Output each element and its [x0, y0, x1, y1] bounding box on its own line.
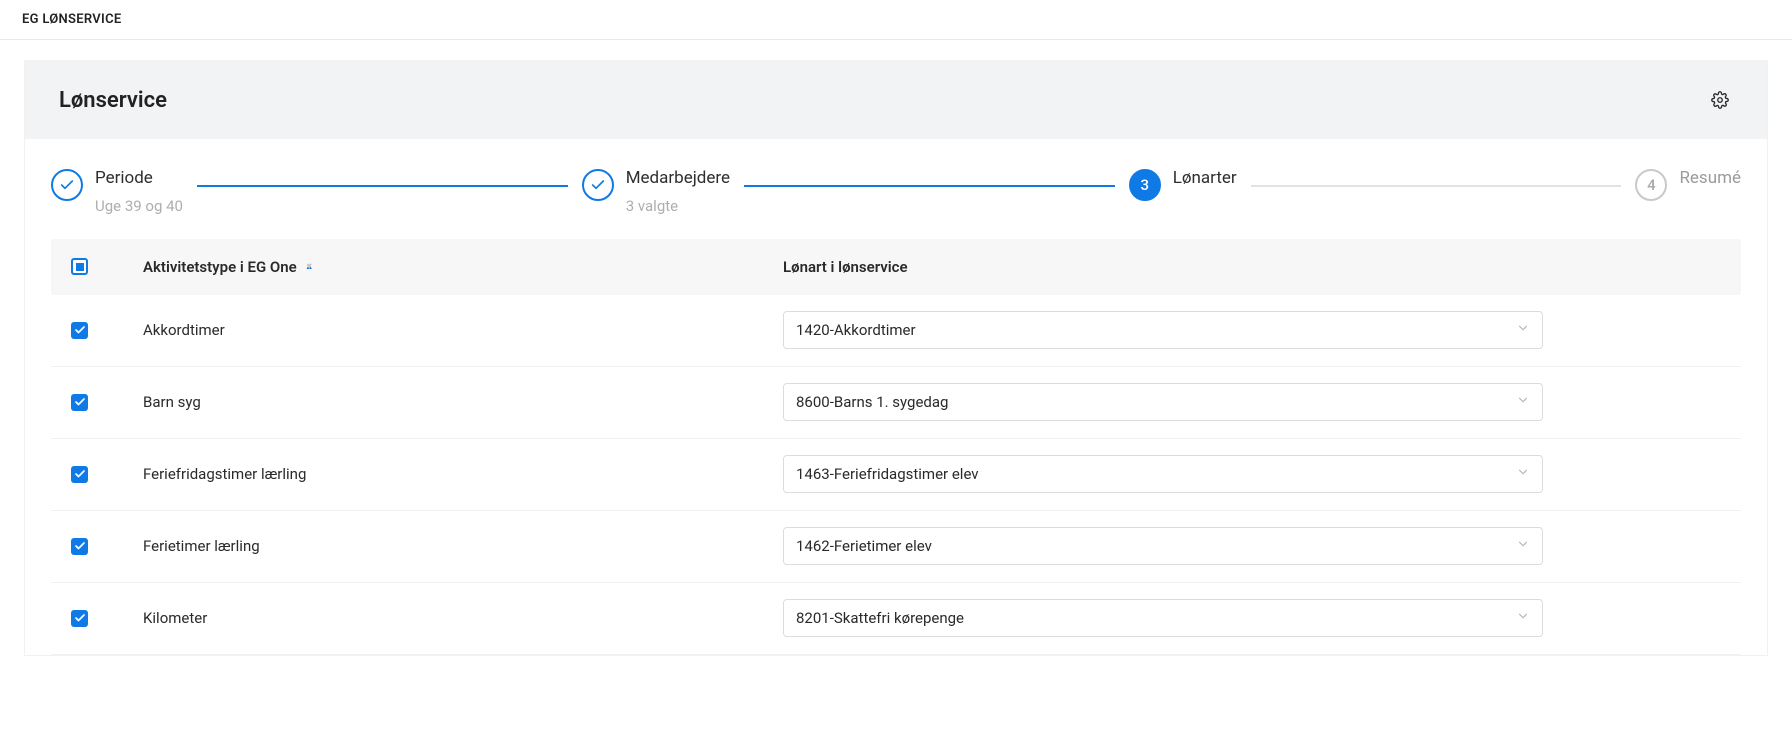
- table-row: Barn syg 8600-Barns 1. sygedag: [51, 367, 1741, 439]
- lonart-select[interactable]: 8600-Barns 1. sygedag: [783, 383, 1543, 421]
- row-checkbox[interactable]: [71, 610, 88, 627]
- step-connector: [197, 185, 568, 187]
- check-icon: [74, 540, 86, 552]
- table-row: Akkordtimer 1420-Akkordtimer: [51, 295, 1741, 367]
- check-icon: [74, 612, 86, 624]
- row-checkbox[interactable]: [71, 466, 88, 483]
- chevron-down-icon: [1516, 393, 1530, 411]
- indeterminate-icon: [76, 263, 84, 271]
- lonart-select[interactable]: 1420-Akkordtimer: [783, 311, 1543, 349]
- step-sublabel: 3 valgte: [626, 197, 730, 215]
- table-row: Feriefridagstimer lærling 1463-Feriefrida…: [51, 439, 1741, 511]
- lonart-selected-value: 8600-Barns 1. sygedag: [796, 393, 948, 411]
- row-checkbox[interactable]: [71, 322, 88, 339]
- settings-button[interactable]: [1707, 87, 1733, 113]
- step-label: Lønarter: [1173, 167, 1237, 191]
- app-title: EG LØNSERVICE: [22, 12, 122, 27]
- activity-type: Ferietimer lærling: [143, 537, 260, 555]
- page-header: Lønservice: [25, 61, 1767, 139]
- lonart-selected-value: 1420-Akkordtimer: [796, 321, 916, 339]
- step-label: Resumé: [1679, 167, 1741, 191]
- step-number: 3: [1140, 176, 1149, 194]
- stepper: Periode Uge 39 og 40 Medarbejdere 3 valg…: [25, 139, 1767, 233]
- app-title-bar: EG LØNSERVICE: [0, 0, 1792, 40]
- table-header: Aktivitetstype i EG One ▲ ▼ Lønart i løn…: [51, 239, 1741, 295]
- check-icon: [74, 468, 86, 480]
- step-label: Periode: [95, 167, 183, 191]
- gear-icon: [1711, 91, 1729, 109]
- lonart-selected-value: 8201-Skattefri kørepenge: [796, 609, 964, 627]
- activity-type: Feriefridagstimer lærling: [143, 465, 306, 483]
- table-row: Ferietimer lærling 1462-Ferietimer elev: [51, 511, 1741, 583]
- lonart-selected-value: 1462-Ferietimer elev: [796, 537, 932, 555]
- check-icon: [590, 177, 606, 193]
- step-connector: [744, 185, 1115, 187]
- column-header-activity[interactable]: Aktivitetstype i EG One: [143, 258, 297, 276]
- lonart-select[interactable]: 1462-Ferietimer elev: [783, 527, 1543, 565]
- step-lonarter[interactable]: 3 Lønarter: [1129, 167, 1237, 201]
- step-periode[interactable]: Periode Uge 39 og 40: [51, 167, 183, 215]
- row-checkbox[interactable]: [71, 538, 88, 555]
- page-container: Lønservice Periode Uge 39 og 40: [24, 60, 1768, 656]
- check-icon: [74, 324, 86, 336]
- chevron-down-icon: [1516, 537, 1530, 555]
- lonart-select[interactable]: 8201-Skattefri kørepenge: [783, 599, 1543, 637]
- step-connector: [1251, 185, 1622, 187]
- chevron-down-icon: [1516, 465, 1530, 483]
- mapping-table: Aktivitetstype i EG One ▲ ▼ Lønart i løn…: [51, 239, 1741, 655]
- step-circle-done: [51, 169, 83, 201]
- chevron-down-icon: [1516, 321, 1530, 339]
- step-medarbejdere[interactable]: Medarbejdere 3 valgte: [582, 167, 730, 215]
- step-circle-pending: 4: [1635, 169, 1667, 201]
- page-title: Lønservice: [59, 88, 167, 113]
- activity-type: Kilometer: [143, 609, 207, 627]
- select-all-checkbox[interactable]: [71, 258, 88, 275]
- step-sublabel: Uge 39 og 40: [95, 197, 183, 215]
- step-resume[interactable]: 4 Resumé: [1635, 167, 1741, 201]
- row-checkbox[interactable]: [71, 394, 88, 411]
- table-row: Kilometer 8201-Skattefri kørepenge: [51, 583, 1741, 655]
- lonart-selected-value: 1463-Feriefridagstimer elev: [796, 465, 979, 483]
- lonart-select[interactable]: 1463-Feriefridagstimer elev: [783, 455, 1543, 493]
- step-circle-active: 3: [1129, 169, 1161, 201]
- step-circle-done: [582, 169, 614, 201]
- chevron-down-icon: [1516, 609, 1530, 627]
- column-header-lonart: Lønart i lønservice: [783, 258, 908, 276]
- check-icon: [59, 177, 75, 193]
- step-number: 4: [1647, 176, 1656, 194]
- step-label: Medarbejdere: [626, 167, 730, 191]
- activity-type: Akkordtimer: [143, 321, 225, 339]
- activity-type: Barn syg: [143, 393, 201, 411]
- check-icon: [74, 396, 86, 408]
